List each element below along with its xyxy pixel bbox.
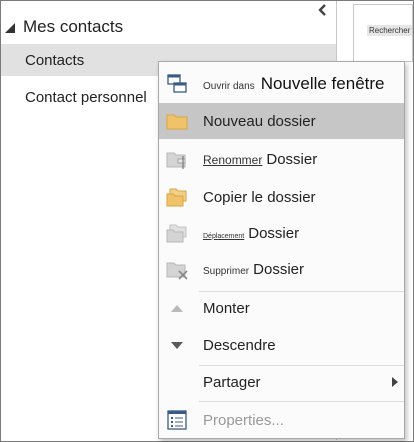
menu-label: Nouveau dossier [203, 112, 316, 130]
menu-label: Copier le dossier [203, 188, 316, 206]
folder-icon [166, 114, 188, 130]
window-stack-icon [167, 74, 187, 93]
properties-list-icon [167, 410, 187, 430]
menu-label: Properties... [203, 411, 284, 429]
menu-small-label: Renommer [203, 152, 263, 167]
move-folder-icon [166, 224, 187, 243]
menu-share[interactable]: Partager [159, 364, 404, 400]
menu-move-up[interactable]: Monter [159, 290, 404, 326]
search-label: Rechercher [367, 25, 413, 36]
menu-properties[interactable]: Properties... [159, 402, 404, 438]
menu-label: Partager [203, 373, 261, 391]
expand-triangle-icon[interactable] [5, 23, 15, 33]
context-menu: Ouvrir dans Nouvelle fenêtre Nouveau dos… [158, 61, 405, 439]
menu-label: Descendre [203, 336, 276, 354]
copy-folder-icon [166, 188, 187, 207]
rename-folder-icon [166, 152, 186, 169]
menu-rename-folder[interactable]: Renommer Dossier [159, 141, 404, 177]
menu-label: Monter [203, 299, 250, 317]
menu-large-label: Dossier [248, 224, 300, 242]
delete-folder-icon [166, 262, 188, 280]
folder-label: Contacts [25, 51, 85, 69]
menu-large-label: Dossier [266, 150, 318, 168]
folder-label: Contact personnel [25, 88, 147, 106]
submenu-arrow-icon [392, 377, 398, 387]
menu-small-label: Supprimer [203, 265, 250, 277]
menu-move-folder[interactable]: Déplacement Dossier [159, 215, 404, 251]
menu-small-label: Ouvrir dans [203, 81, 255, 92]
group-label: Mes contacts [23, 17, 124, 36]
menu-copy-folder[interactable]: Copier le dossier [159, 179, 404, 215]
menu-small-label: Déplacement [203, 232, 245, 240]
triangle-down-icon [171, 342, 183, 349]
menu-delete-folder[interactable]: Supprimer Dossier [159, 251, 404, 287]
search-box[interactable]: Rechercher [353, 4, 413, 62]
menu-new-folder[interactable]: Nouveau dossier [159, 103, 404, 139]
menu-large-label: Nouvelle fenêtre [260, 74, 385, 93]
menu-large-label: Dossier [253, 260, 304, 278]
group-header-mes-contacts[interactable]: Mes contacts [5, 17, 123, 37]
collapse-chevron-icon[interactable] [317, 3, 329, 17]
menu-open-new-window[interactable]: Ouvrir dans Nouvelle fenêtre [159, 66, 404, 102]
triangle-up-icon [171, 305, 183, 312]
menu-move-down[interactable]: Descendre [159, 327, 404, 363]
